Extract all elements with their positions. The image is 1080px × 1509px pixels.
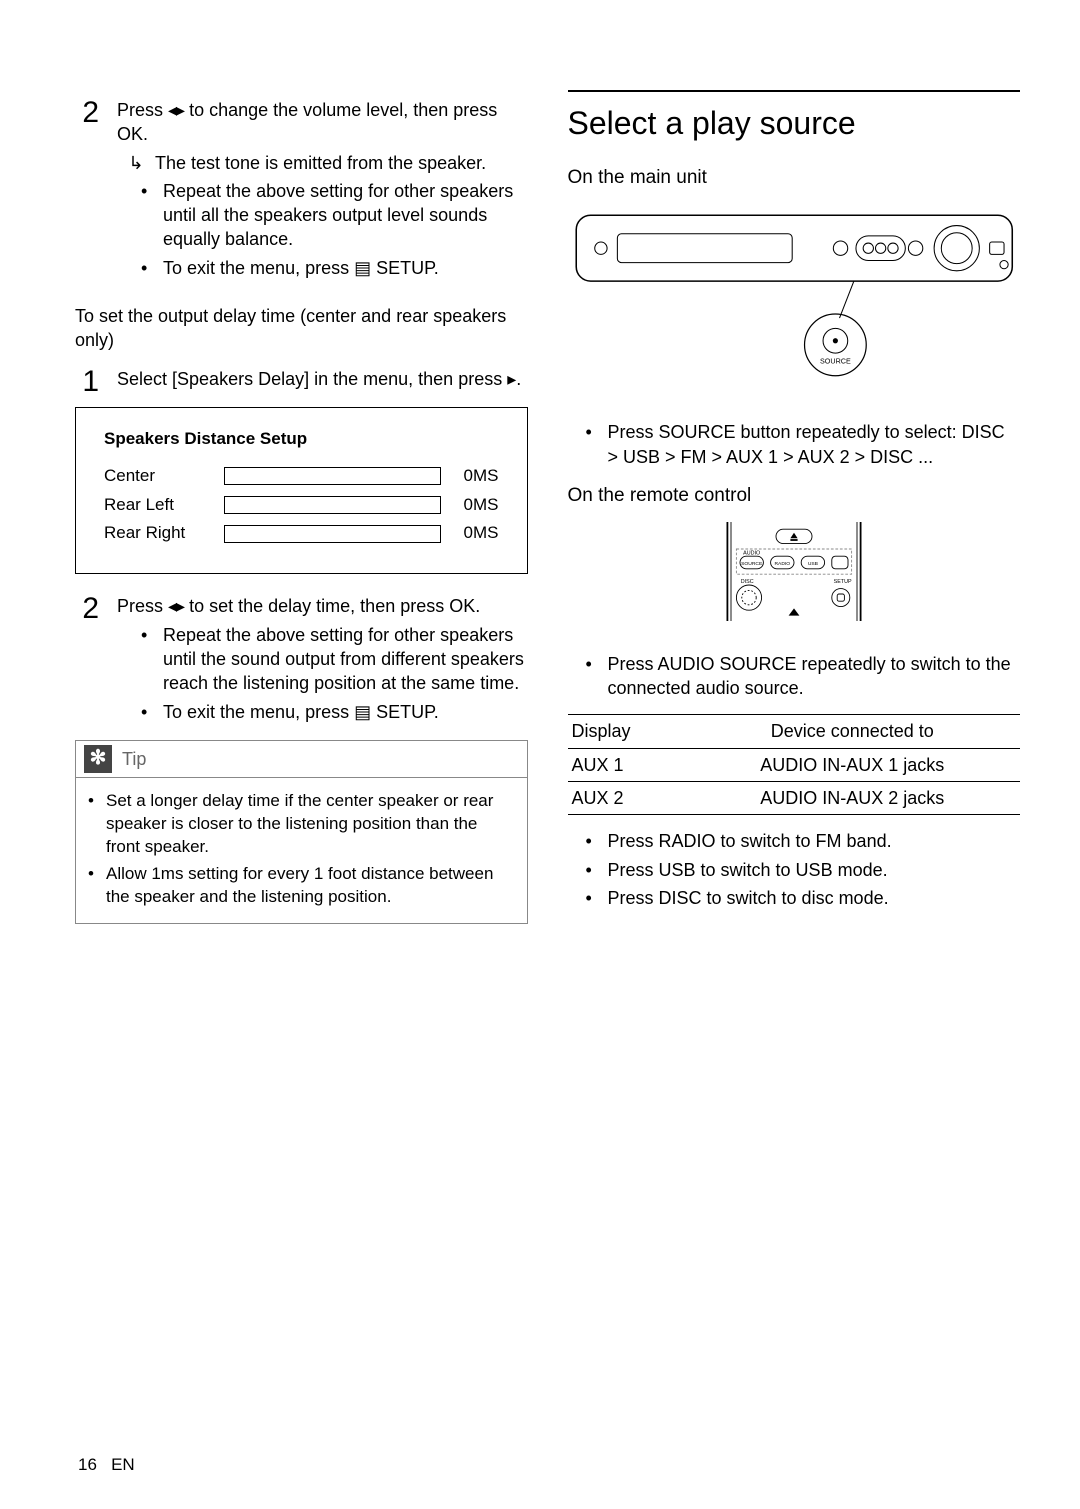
speakers-distance-setup-box: Speakers Distance Setup Center 0MS Rear …: [75, 407, 528, 575]
table-cell: AUDIO IN-AUX 2 jacks: [685, 781, 1020, 814]
step-text: Press: [117, 100, 168, 120]
setup-box-title: Speakers Distance Setup: [104, 428, 499, 451]
table-cell: AUDIO IN-AUX 1 jacks: [685, 748, 1020, 781]
page-number: 16: [78, 1455, 97, 1474]
table-header-device: Device connected to: [685, 715, 1020, 748]
main-unit-illustration: SOURCE: [568, 205, 1021, 396]
setup-menu-icon: ▤: [354, 702, 371, 722]
bullet-item: Repeat the above setting for other speak…: [141, 179, 528, 252]
bullet-item: To exit the menu, press ▤ SETUP.: [141, 700, 528, 724]
subheading-remote: On the remote control: [568, 483, 1021, 509]
setup-value: 0MS: [441, 494, 499, 517]
setup-value: 0MS: [441, 465, 499, 488]
right-key-icon: ▸: [507, 369, 516, 389]
bullet-usb: Press USB to switch to USB mode.: [568, 858, 1021, 882]
table-row: AUX 1 AUDIO IN-AUX 1 jacks: [568, 748, 1021, 781]
left-right-keys-icon: [168, 596, 184, 616]
table-cell: AUX 2: [568, 781, 685, 814]
remote-control-illustration: AUDIO SOURCE RADIO USB DISC SETUP: [568, 522, 1021, 627]
setup-value-field: [224, 467, 441, 485]
tip-bullet: Set a longer delay time if the center sp…: [88, 790, 515, 859]
step-number: 1: [75, 367, 99, 397]
setup-row-rear-left: Rear Left 0MS: [104, 494, 499, 517]
page-footer: 16 EN: [78, 1455, 135, 1475]
source-label-icon: SOURCE: [820, 356, 851, 365]
result-arrow-icon: ↳: [127, 151, 145, 175]
tip-label: Tip: [122, 747, 146, 771]
setup-row-center: Center 0MS: [104, 465, 499, 488]
bullet-text: SETUP.: [371, 258, 439, 278]
section-heading: Select a play source: [568, 90, 1021, 145]
bullet-item: To exit the menu, press ▤ SETUP.: [141, 256, 528, 280]
step-2-volume: 2 Press to change the volume level, then…: [75, 98, 528, 284]
step-number: 2: [75, 98, 99, 284]
result-text: The test tone is emitted from the speake…: [155, 151, 486, 175]
subheading-main-unit: On the main unit: [568, 165, 1021, 191]
bullet-text: To exit the menu, press: [163, 702, 354, 722]
tip-bullet: Allow 1ms setting for every 1 foot dista…: [88, 863, 515, 909]
step-text: Select [Speakers Delay] in the menu, the…: [117, 369, 507, 389]
table-row: AUX 2 AUDIO IN-AUX 2 jacks: [568, 781, 1021, 814]
bullet-audio-source: Press AUDIO SOURCE repeatedly to switch …: [568, 652, 1021, 701]
step-text: .: [516, 369, 521, 389]
svg-text:DISC: DISC: [741, 580, 754, 586]
setup-value-field: [224, 525, 441, 543]
step-1-delay: 1 Select [Speakers Delay] in the menu, t…: [75, 367, 528, 397]
page-lang: EN: [111, 1455, 135, 1474]
bullet-source: Press SOURCE button repeatedly to select…: [568, 420, 1021, 469]
left-column: 2 Press to change the volume level, then…: [75, 90, 528, 924]
svg-text:SOURCE: SOURCE: [741, 562, 763, 568]
bullet-disc: Press DISC to switch to disc mode.: [568, 886, 1021, 910]
setup-menu-icon: ▤: [354, 258, 371, 278]
step-text: Press: [117, 596, 168, 616]
left-right-keys-icon: [168, 100, 184, 120]
step-2-delay: 2 Press to set the delay time, then pres…: [75, 594, 528, 727]
bullet-item: Repeat the above setting for other speak…: [141, 623, 528, 696]
tip-box: ✻ Tip Set a longer delay time if the cen…: [75, 740, 528, 924]
setup-row-rear-right: Rear Right 0MS: [104, 522, 499, 545]
setup-label: Center: [104, 465, 224, 488]
svg-text:USB: USB: [808, 562, 819, 568]
svg-text:AUDIO: AUDIO: [743, 551, 760, 557]
setup-value: 0MS: [441, 522, 499, 545]
right-column: Select a play source On the main unit: [568, 90, 1021, 924]
svg-text:SETUP: SETUP: [833, 580, 851, 586]
svg-text:RADIO: RADIO: [774, 562, 790, 568]
bullet-text: SETUP.: [371, 702, 439, 722]
setup-value-field: [224, 496, 441, 514]
setup-label: Rear Right: [104, 522, 224, 545]
step-number: 2: [75, 594, 99, 727]
tip-asterisk-icon: ✻: [84, 745, 112, 773]
setup-label: Rear Left: [104, 494, 224, 517]
bullet-text: To exit the menu, press: [163, 258, 354, 278]
table-cell: AUX 1: [568, 748, 685, 781]
step-text: to set the delay time, then press OK.: [184, 596, 480, 616]
delay-intro-paragraph: To set the output delay time (center and…: [75, 304, 528, 353]
aux-table: Display Device connected to AUX 1 AUDIO …: [568, 714, 1021, 815]
table-header-display: Display: [568, 715, 685, 748]
bullet-radio: Press RADIO to switch to FM band.: [568, 829, 1021, 853]
